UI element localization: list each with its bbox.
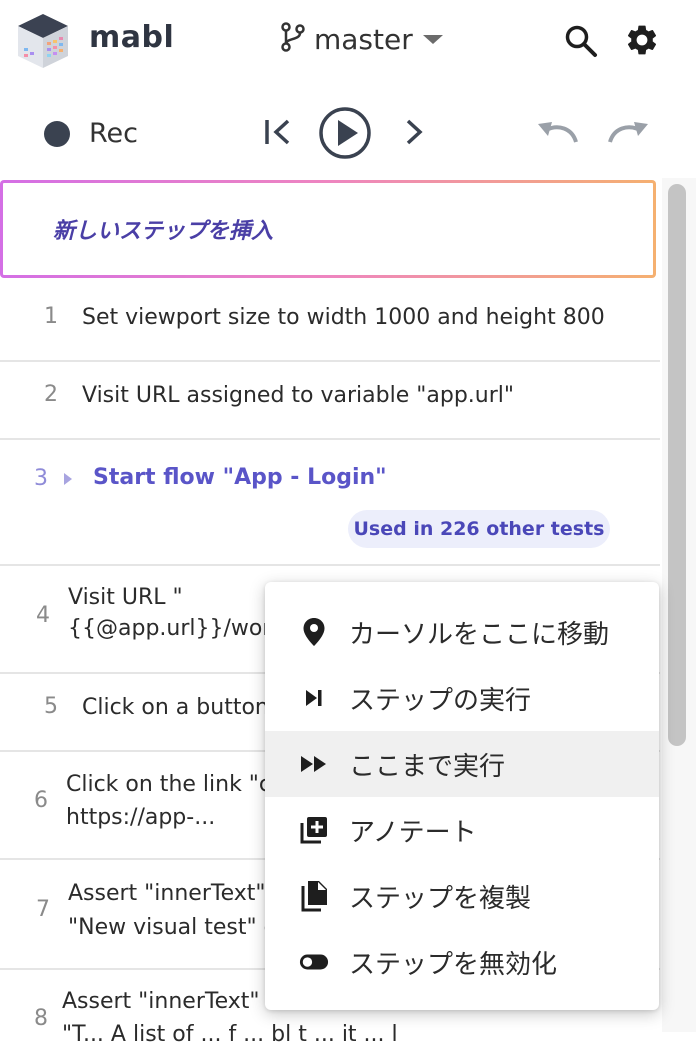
menu-item-duplicate-step[interactable]: ステップを複製 bbox=[265, 863, 659, 929]
usage-badge[interactable]: Used in 226 other tests bbox=[348, 510, 610, 548]
mabl-logo-icon bbox=[14, 12, 72, 70]
flow-step-text: Start flow "App - Login" bbox=[93, 465, 387, 490]
copy-icon bbox=[299, 881, 329, 912]
menu-item-label: ステップを無効化 bbox=[349, 949, 558, 980]
insert-step-label: 新しいステップを挿入 bbox=[53, 219, 274, 244]
branch-name: master bbox=[314, 22, 413, 56]
step-row-2[interactable]: 2 Visit URL assigned to variable "app.ur… bbox=[0, 362, 660, 440]
record-dot-icon bbox=[44, 120, 70, 147]
step-row-1[interactable]: 1 Set viewport size to width 1000 and he… bbox=[0, 280, 660, 362]
step-number: 4 bbox=[36, 603, 50, 628]
skip-next-icon bbox=[299, 683, 329, 713]
insert-step-field[interactable]: 新しいステップを挿入 bbox=[0, 180, 656, 278]
step-text-line2: "T... A list of ... f ... bl t ... it ..… bbox=[62, 1022, 398, 1047]
menu-item-annotate[interactable]: アノテート bbox=[265, 797, 659, 863]
gear-icon[interactable] bbox=[624, 22, 660, 62]
step-number: 3 bbox=[34, 466, 48, 491]
menu-item-move-cursor[interactable]: カーソルをここに移動 bbox=[265, 599, 659, 665]
step-text: Click on a button bbox=[82, 695, 269, 720]
git-branch-icon bbox=[280, 22, 306, 56]
step-text-line2: https://app-... bbox=[66, 805, 216, 830]
step-text-line2: {{@app.url}}/work bbox=[68, 616, 285, 641]
chevron-down-icon bbox=[422, 30, 443, 49]
top-bar: mabl master bbox=[0, 0, 696, 82]
menu-item-label: ここまで実行 bbox=[349, 751, 506, 782]
step-number: 5 bbox=[44, 694, 58, 719]
skip-to-start-icon[interactable] bbox=[262, 116, 294, 152]
menu-item-label: ステップを複製 bbox=[349, 883, 532, 914]
redo-icon[interactable] bbox=[606, 116, 650, 150]
menu-item-label: アノテート bbox=[349, 817, 477, 848]
menu-item-label: カーソルをここに移動 bbox=[349, 619, 610, 650]
step-number: 6 bbox=[34, 788, 48, 813]
step-number: 7 bbox=[36, 897, 50, 922]
undo-icon[interactable] bbox=[536, 116, 580, 150]
step-text: Set viewport size to width 1000 and heig… bbox=[82, 305, 605, 330]
step-context-menu: カーソルをここに移動 ステップの実行 ここまで実行 アノテート ステップを複製 … bbox=[265, 582, 659, 1010]
record-label: Rec bbox=[89, 118, 139, 149]
step-number: 8 bbox=[34, 1006, 48, 1031]
step-text-line1: Visit URL " bbox=[68, 585, 183, 610]
menu-item-run-to-here[interactable]: ここまで実行 bbox=[265, 731, 659, 797]
expand-arrow-icon[interactable] bbox=[62, 471, 74, 491]
step-forward-icon[interactable] bbox=[400, 116, 428, 152]
toggle-icon bbox=[299, 947, 329, 977]
record-button[interactable]: Rec bbox=[44, 118, 138, 149]
brand-name: mabl bbox=[89, 20, 175, 55]
location-pin-icon bbox=[299, 617, 329, 647]
fast-forward-icon bbox=[299, 749, 329, 779]
step-text-line1: Click on the link "c bbox=[66, 772, 272, 797]
step-number: 1 bbox=[44, 304, 58, 329]
search-icon[interactable] bbox=[564, 24, 598, 62]
scrollbar-thumb[interactable] bbox=[668, 184, 686, 746]
play-icon[interactable] bbox=[318, 106, 372, 164]
menu-item-disable-step[interactable]: ステップを無効化 bbox=[265, 929, 659, 995]
menu-item-label: ステップの実行 bbox=[349, 685, 532, 716]
add-note-icon bbox=[299, 815, 329, 845]
branch-selector[interactable]: master bbox=[280, 22, 443, 56]
step-text-line1: Assert "innerText" bbox=[68, 881, 266, 906]
step-text-line2: "New visual test" c bbox=[68, 915, 276, 940]
step-text: Visit URL assigned to variable "app.url" bbox=[82, 383, 514, 408]
step-number: 2 bbox=[44, 382, 58, 407]
menu-item-run-step[interactable]: ステップの実行 bbox=[265, 665, 659, 731]
step-text-line1: Assert "innerText" bbox=[62, 989, 260, 1014]
